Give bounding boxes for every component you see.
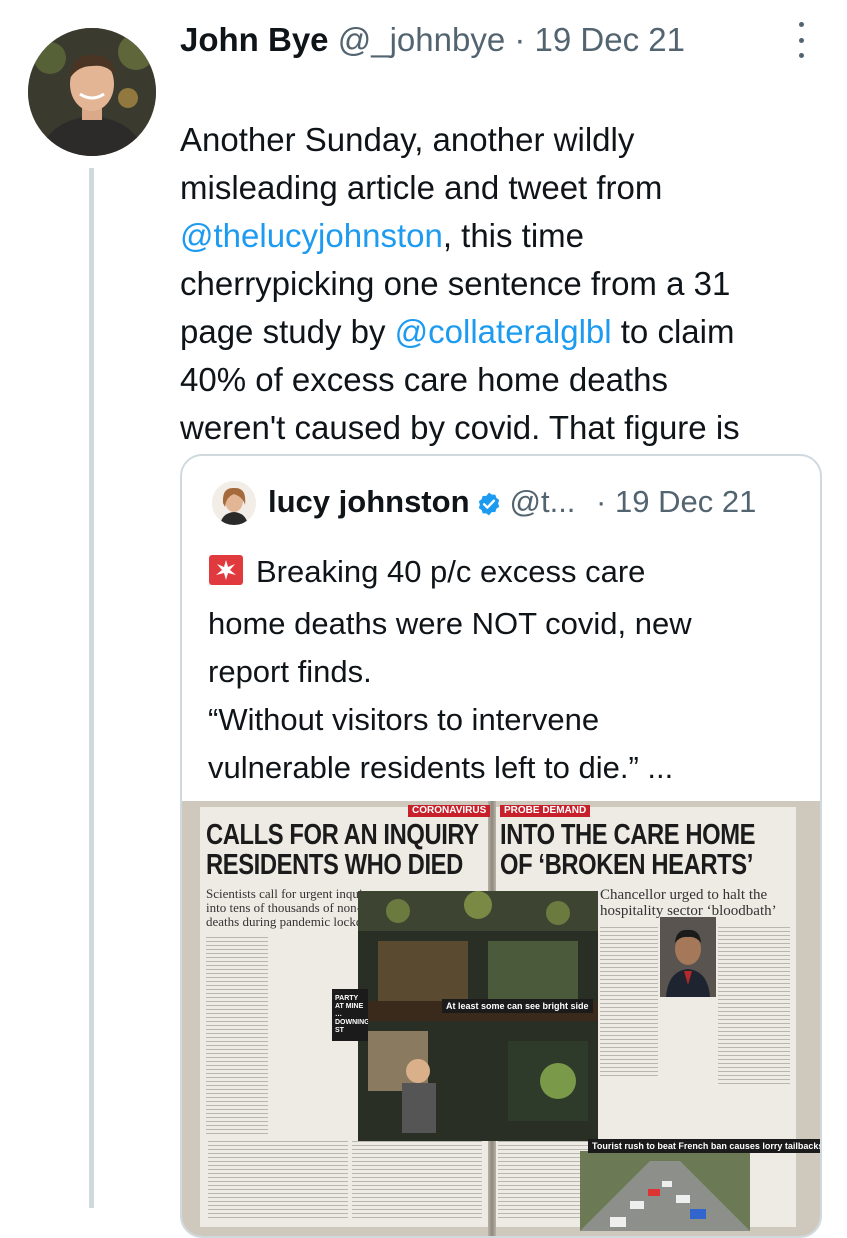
section-tag: PROBE DEMAND (500, 805, 591, 817)
author-name[interactable]: John Bye (180, 21, 329, 58)
more-options-icon[interactable] (790, 22, 812, 58)
politician-photo (660, 917, 716, 997)
tweet-text-part: Another Sunday, another wildly misleadin… (180, 121, 663, 206)
quoted-author-handle[interactable]: @t... (510, 484, 576, 519)
section-tag: CORONAVIRUS (408, 805, 491, 817)
party-sign: PARTY AT MINE …DOWNING ST (332, 989, 368, 1041)
mention-link[interactable]: @thelucyjohnston (180, 217, 443, 254)
newspaper-text-column (352, 1141, 482, 1221)
pub-interior-photo: At least some can see bright side (358, 891, 598, 1141)
mention-link[interactable]: @collateralglbl (395, 313, 612, 350)
newspaper-subhead: Chancellor urged to halt the hospitality… (600, 887, 777, 919)
author-avatar[interactable] (28, 28, 156, 156)
newspaper-headline: CALLS FOR AN INQUIRY (206, 819, 479, 851)
quoted-meta-separator: · (596, 484, 607, 519)
newspaper-headline: INTO THE CARE HOME (500, 819, 756, 851)
photo-caption: At least some can see bright side (442, 999, 593, 1013)
newspaper-headline: OF ‘BROKEN HEARTS’ (500, 849, 753, 881)
newspaper-headline: RESIDENTS WHO DIED (206, 849, 463, 881)
author-handle[interactable]: @_johnbye (338, 21, 505, 58)
tweet-date[interactable]: 19 Dec 21 (535, 21, 685, 58)
quoted-author-avatar[interactable] (212, 481, 256, 525)
newspaper-photo[interactable]: CORONAVIRUS PROBE DEMAND CALLS FOR AN IN… (182, 801, 820, 1236)
quoted-author-name[interactable]: lucy johnston (268, 484, 470, 519)
tweet-text: Another Sunday, another wildly misleadin… (180, 68, 820, 500)
newspaper-text-column (206, 937, 268, 1137)
newspaper-text-column (208, 1141, 348, 1221)
lorry-tailback-photo (580, 1151, 750, 1231)
meta-separator: · (514, 21, 526, 58)
quoted-tweet-date[interactable]: 19 Dec 21 (615, 484, 756, 519)
quoted-tweet-card[interactable]: lucy johnston @t... · 19 Dec 21 Breaking… (180, 454, 822, 1238)
bottom-caption: Tourist rush to beat French ban causes l… (588, 1139, 820, 1153)
tweet-header: John Bye @_johnbye · 19 Dec 21 (180, 20, 685, 60)
thread-connector-line (89, 168, 94, 1208)
police-light-icon (208, 552, 244, 600)
verified-badge-icon (476, 485, 502, 529)
sign-text: PARTY AT MINE …DOWNING ST (335, 995, 368, 1034)
newspaper-text-column (600, 927, 658, 1077)
quoted-tweet-header: lucy johnston @t... · 19 Dec 21 (268, 480, 756, 529)
newspaper-text-column (718, 927, 790, 1087)
quoted-tweet-text: Breaking 40 p/c excess care home deaths … (208, 548, 798, 792)
quoted-tweet-body: Breaking 40 p/c excess care home deaths … (208, 554, 692, 785)
